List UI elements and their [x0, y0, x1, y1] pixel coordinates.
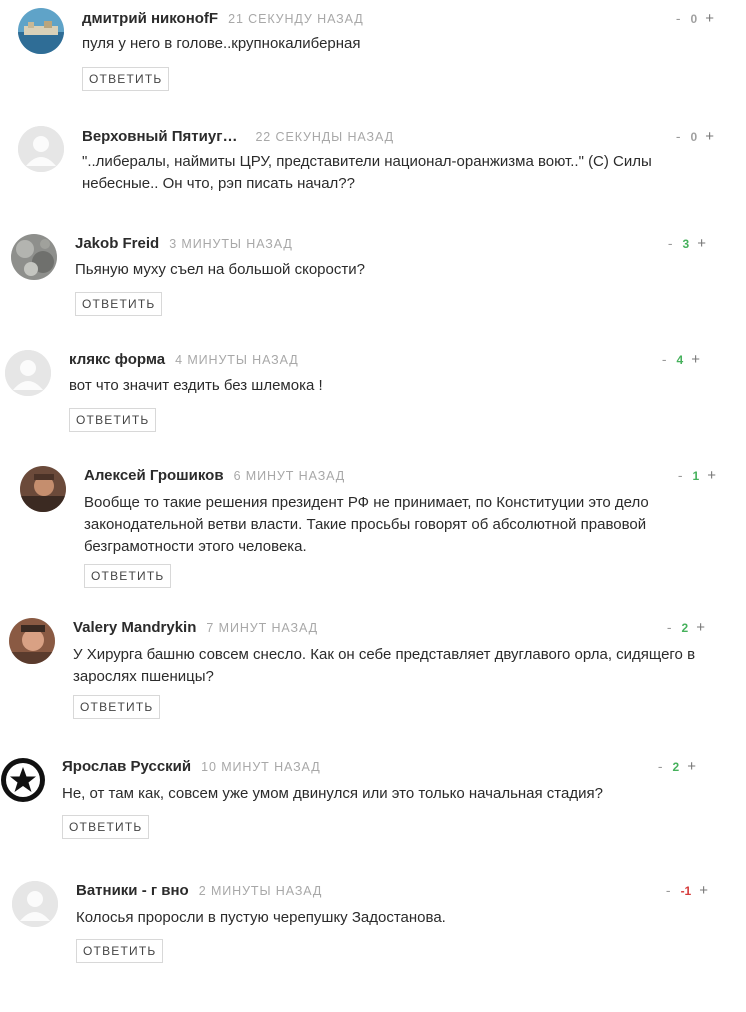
- comment: дмитрий никонofF 21 СЕКУНДУ НАЗАД -0 + пул…: [0, 0, 746, 110]
- vote-box: -0 +: [676, 10, 714, 27]
- author-name[interactable]: Верховный Пятиуг…: [82, 128, 237, 145]
- vote-score: 0: [690, 12, 698, 26]
- comment-text: Пьяную муху съел на большой скорости?: [75, 261, 365, 278]
- avatar[interactable]: [18, 126, 64, 172]
- comment-header: Valery Mandrykin 7 МИНУТ НАЗАД: [73, 619, 318, 639]
- upvote-button[interactable]: +: [697, 235, 706, 252]
- comment-text: Не, от там как, совсем уже умом двинулся…: [62, 785, 603, 802]
- comment-header: Jakob Freid 3 МИНУТЫ НАЗАД: [75, 235, 293, 255]
- vote-score: 0: [690, 130, 698, 144]
- downvote-button[interactable]: -: [666, 882, 671, 898]
- comment-time[interactable]: 10 МИНУТ НАЗАД: [201, 760, 320, 774]
- vote-box: -2 +: [667, 619, 705, 636]
- avatar[interactable]: [0, 757, 46, 803]
- reply-button[interactable]: ОТВЕТИТЬ: [84, 564, 172, 588]
- author-name[interactable]: Алексей Грошиков: [84, 467, 224, 484]
- comment-time[interactable]: 6 МИНУТ НАЗАД: [234, 469, 346, 483]
- downvote-button[interactable]: -: [678, 467, 683, 483]
- vote-score: 2: [681, 621, 689, 635]
- avatar[interactable]: [20, 466, 66, 512]
- comment-time[interactable]: 7 МИНУТ НАЗАД: [206, 621, 318, 635]
- comment-text: Вообще то такие решения президент РФ не …: [84, 494, 649, 555]
- avatar[interactable]: [5, 350, 51, 396]
- comment: Valery Mandrykin 7 МИНУТ НАЗАД -2 + У Хиру…: [0, 609, 746, 729]
- author-name[interactable]: Valery Mandrykin: [73, 619, 196, 636]
- reply-button[interactable]: ОТВЕТИТЬ: [82, 67, 170, 91]
- vote-box: -4 +: [662, 351, 700, 368]
- vote-score: 4: [676, 353, 684, 367]
- comment-time[interactable]: 3 МИНУТЫ НАЗАД: [169, 237, 293, 251]
- reply-button[interactable]: ОТВЕТИТЬ: [62, 815, 150, 839]
- upvote-button[interactable]: +: [705, 128, 714, 145]
- vote-score: -1: [680, 884, 692, 898]
- upvote-button[interactable]: +: [705, 10, 714, 27]
- reply-button[interactable]: ОТВЕТИТЬ: [73, 695, 161, 719]
- author-name[interactable]: дмитрий никонofF: [82, 10, 218, 27]
- reply-button[interactable]: ОТВЕТИТЬ: [76, 939, 164, 963]
- comment-text: пуля у него в голове..крупнокалиберная: [82, 35, 361, 52]
- comment-text: вот что значит ездить без шлемока !: [69, 377, 323, 394]
- comment-text: Колосья проросли в пустую черепушку Задо…: [76, 909, 446, 926]
- avatar[interactable]: [12, 881, 58, 927]
- comment-header: дмитрий никонofF 21 СЕКУНДУ НАЗАД: [82, 10, 364, 30]
- upvote-button[interactable]: +: [707, 467, 716, 484]
- vote-score: 1: [692, 469, 700, 483]
- comment: Jakob Freid 3 МИНУТЫ НАЗАД -3 + Пьяную мух…: [0, 225, 746, 335]
- upvote-button[interactable]: +: [691, 351, 700, 368]
- comment-text: "..либералы, наймиты ЦРУ, представители …: [82, 153, 652, 192]
- comment-time[interactable]: 4 МИНУТЫ НАЗАД: [175, 353, 299, 367]
- downvote-button[interactable]: -: [668, 235, 673, 251]
- avatar[interactable]: [11, 234, 57, 280]
- comment: Ватники - г вно 2 МИНУТЫ НАЗАД - -1 + Колос…: [0, 872, 746, 982]
- comment: Ярослав Русский 10 МИНУТ НАЗАД -2 + Не, от…: [0, 748, 746, 858]
- upvote-button[interactable]: +: [696, 619, 705, 636]
- vote-box: -2 +: [658, 758, 696, 775]
- comment-header: клякс форма 4 МИНУТЫ НАЗАД: [69, 351, 299, 371]
- downvote-button[interactable]: -: [676, 10, 681, 26]
- vote-box: -3 +: [668, 235, 706, 252]
- comment: Алексей Грошиков 6 МИНУТ НАЗАД -1 + Вообще…: [0, 457, 746, 592]
- reply-button[interactable]: ОТВЕТИТЬ: [69, 408, 157, 432]
- avatar[interactable]: [18, 8, 64, 54]
- vote-score: 2: [672, 760, 680, 774]
- vote-box: - -1 +: [666, 882, 708, 899]
- comment: Верховный Пятиуг… 22 СЕКУНДЫ НАЗАД -0 + ".…: [0, 118, 746, 228]
- downvote-button[interactable]: -: [676, 128, 681, 144]
- upvote-button[interactable]: +: [687, 758, 696, 775]
- comment: клякс форма 4 МИНУТЫ НАЗАД -4 + вот что зн…: [0, 341, 746, 451]
- downvote-button[interactable]: -: [658, 758, 663, 774]
- author-name[interactable]: Jakob Freid: [75, 235, 159, 252]
- comment-header: Верховный Пятиуг… 22 СЕКУНДЫ НАЗАД: [82, 128, 394, 148]
- downvote-button[interactable]: -: [662, 351, 667, 367]
- comment-time[interactable]: 21 СЕКУНДУ НАЗАД: [228, 12, 364, 26]
- vote-box: -1 +: [678, 467, 716, 484]
- vote-score: 3: [682, 237, 690, 251]
- reply-button[interactable]: ОТВЕТИТЬ: [75, 292, 163, 316]
- comment-text: У Хирурга башню совсем снесло. Как он се…: [73, 646, 696, 685]
- author-name[interactable]: клякс форма: [69, 351, 165, 368]
- comment-time[interactable]: 2 МИНУТЫ НАЗАД: [199, 884, 323, 898]
- comment-header: Алексей Грошиков 6 МИНУТ НАЗАД: [84, 467, 345, 487]
- author-name[interactable]: Ярослав Русский: [62, 758, 191, 775]
- comment-header: Ватники - г вно 2 МИНУТЫ НАЗАД: [76, 882, 322, 902]
- avatar[interactable]: [9, 618, 55, 664]
- author-name[interactable]: Ватники - г вно: [76, 882, 189, 899]
- vote-box: -0 +: [676, 128, 714, 145]
- comment-header: Ярослав Русский 10 МИНУТ НАЗАД: [62, 758, 321, 778]
- downvote-button[interactable]: -: [667, 619, 672, 635]
- comment-time[interactable]: 22 СЕКУНДЫ НАЗАД: [255, 130, 394, 144]
- upvote-button[interactable]: +: [699, 882, 708, 899]
